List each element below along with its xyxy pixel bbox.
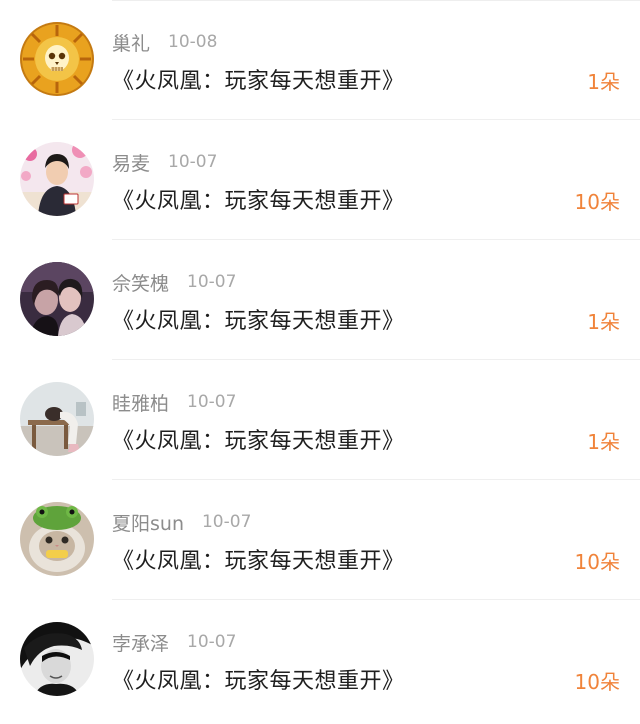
username[interactable]: 易麦 [112, 149, 150, 176]
entry-date: 10-07 [187, 272, 237, 292]
username[interactable]: 眭雅柏 [112, 389, 169, 416]
list-item[interactable]: 巢礼 10-08 《火凤凰：玩家每天想重开》 1朵 [0, 0, 640, 120]
gift-count: 10朵 [574, 190, 620, 214]
entry-meta: 眭雅柏 10-07 [112, 389, 237, 416]
entry-meta: 夏阳sun 10-07 [112, 509, 252, 536]
book-title[interactable]: 《火凤凰：玩家每天想重开》 [112, 183, 405, 215]
entry-date: 10-07 [201, 512, 252, 532]
username[interactable]: 夏阳sun [112, 509, 184, 536]
gift-count: 1朵 [587, 70, 620, 94]
girl-at-desk-avatar[interactable] [20, 382, 94, 456]
entry-meta: 孛承泽 10-07 [112, 629, 237, 656]
entry-date: 10-07 [168, 152, 218, 172]
gift-count: 10朵 [574, 550, 620, 574]
list-item[interactable]: 眭雅柏 10-07 《火凤凰：玩家每天想重开》 1朵 [0, 360, 640, 480]
boy-photo-avatar[interactable] [20, 142, 94, 216]
list-item[interactable]: 孛承泽 10-07 《火凤凰：玩家每天想重开》 10朵 [0, 600, 640, 720]
list-item[interactable]: 夏阳sun 10-07 《火凤凰：玩家每天想重开》 10朵 [0, 480, 640, 600]
list-item[interactable]: 易麦 10-07 《火凤凰：玩家每天想重开》 10朵 [0, 120, 640, 240]
entry-date: 10-07 [187, 392, 237, 412]
gift-count: 1朵 [587, 310, 620, 334]
book-title[interactable]: 《火凤凰：玩家每天想重开》 [112, 63, 405, 95]
entry-date: 10-07 [187, 632, 237, 652]
entry-date: 10-08 [168, 32, 218, 52]
black-white-portrait-avatar[interactable] [20, 622, 94, 696]
gift-count: 10朵 [574, 670, 620, 694]
entry-meta: 佘笑槐 10-07 [112, 269, 237, 296]
list-item[interactable]: 佘笑槐 10-07 《火凤凰：玩家每天想重开》 1朵 [0, 240, 640, 360]
entry-meta: 易麦 10-07 [112, 149, 218, 176]
book-title[interactable]: 《火凤凰：玩家每天想重开》 [112, 423, 405, 455]
couple-photo-avatar[interactable] [20, 262, 94, 336]
golden-lion-skull-avatar[interactable] [20, 22, 94, 96]
username[interactable]: 巢礼 [112, 29, 150, 56]
entry-meta: 巢礼 10-08 [112, 29, 218, 56]
gift-count: 1朵 [587, 430, 620, 454]
book-title[interactable]: 《火凤凰：玩家每天想重开》 [112, 303, 405, 335]
cat-with-frog-hat-avatar[interactable] [20, 502, 94, 576]
book-title[interactable]: 《火凤凰：玩家每天想重开》 [112, 663, 405, 695]
book-title[interactable]: 《火凤凰：玩家每天想重开》 [112, 543, 405, 575]
gift-record-list: 巢礼 10-08 《火凤凰：玩家每天想重开》 1朵 易麦 10-07 《火凤凰：… [0, 0, 640, 720]
username[interactable]: 孛承泽 [112, 629, 169, 656]
username[interactable]: 佘笑槐 [112, 269, 169, 296]
